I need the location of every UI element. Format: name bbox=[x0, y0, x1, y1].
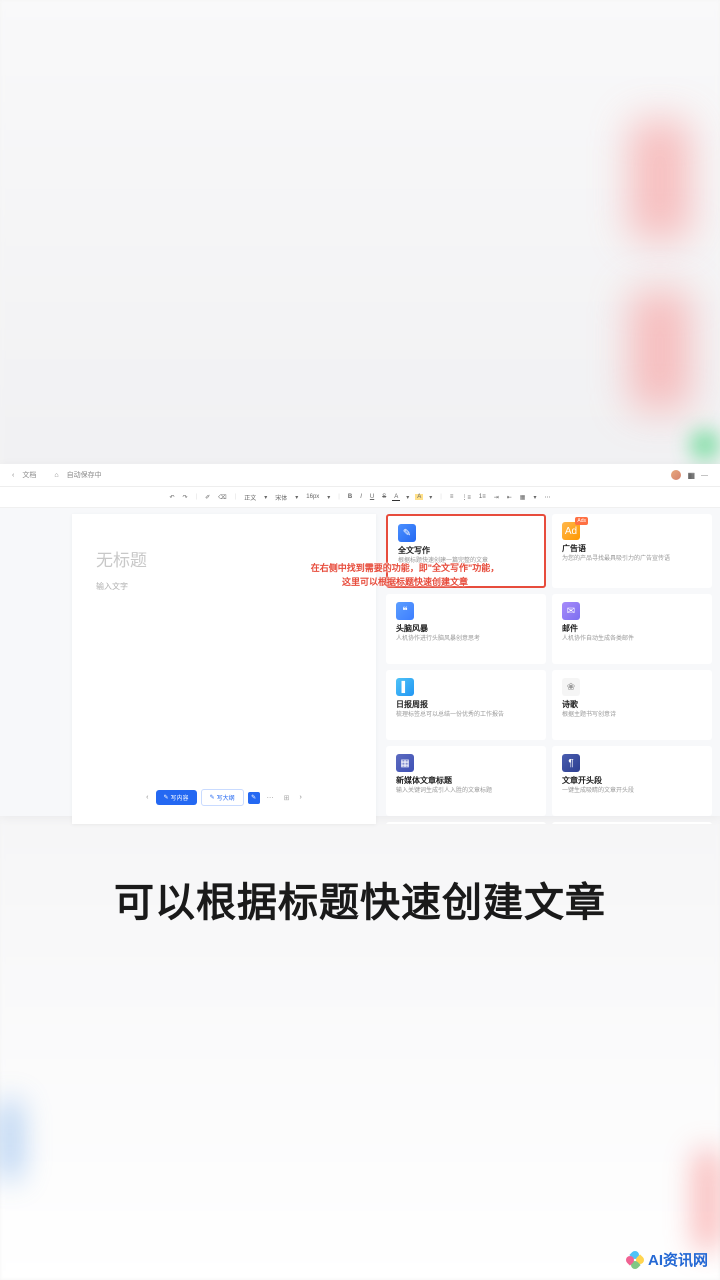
template-card-广告语[interactable]: Ad 广告语为您的产品寻找最具吸引力的广告宣传语 bbox=[552, 514, 712, 588]
template-card-新媒体文章标题[interactable]: ▦ 新媒体文章标题输入关键词生成引人入胜的文章标题 bbox=[386, 746, 546, 816]
card-desc: 根据主题书写创意诗 bbox=[562, 712, 702, 720]
list-ul-button[interactable]: ⋮≡ bbox=[459, 494, 473, 501]
bg-decoration bbox=[0, 1100, 20, 1180]
video-caption: 可以根据标题快速创建文章 bbox=[0, 870, 720, 928]
doc-label[interactable]: 文档 bbox=[22, 470, 36, 480]
card-desc: 梳理标签总可以总结一份优秀的工作报告 bbox=[396, 712, 536, 720]
minimize-icon[interactable]: — bbox=[701, 472, 708, 479]
card-title: 诗歌 bbox=[562, 699, 702, 710]
card-icon: ▌ bbox=[396, 678, 414, 696]
tutorial-annotation: 在右侧中找到需要的功能，即"全文写作"功能， 这里可以根据标题快速创建文章 bbox=[382, 561, 535, 590]
card-icon: ▦ bbox=[396, 754, 414, 772]
back-icon[interactable]: ‹ bbox=[12, 472, 14, 479]
bold-button[interactable]: B bbox=[346, 494, 354, 500]
format-painter-button[interactable]: ✐ bbox=[203, 494, 212, 501]
card-icon: ❀ bbox=[562, 678, 580, 696]
style-select[interactable]: 正文 bbox=[242, 493, 258, 502]
card-icon: ✉ bbox=[562, 602, 580, 620]
undo-button[interactable]: ↶ bbox=[168, 494, 177, 501]
home-icon[interactable]: ⌂ bbox=[54, 472, 58, 479]
more-actions[interactable]: ⋯ bbox=[264, 794, 277, 802]
card-desc: 为您的产品寻找最具吸引力的广告宣传语 bbox=[562, 556, 702, 564]
card-title: 文章开头段 bbox=[562, 775, 702, 786]
write-outline-button[interactable]: ✎ 写大纲 bbox=[201, 789, 244, 806]
strike-button[interactable]: S bbox=[380, 494, 388, 500]
template-card-日报周报[interactable]: ▌ 日报周报梳理标签总可以总结一份优秀的工作报告 bbox=[386, 670, 546, 740]
template-card-partial[interactable]: ▮ bbox=[386, 822, 546, 824]
align-button[interactable]: ≡ bbox=[448, 494, 456, 500]
card-desc: 输入关键词生成引人入胜的文章标题 bbox=[396, 788, 536, 796]
font-select[interactable]: 宋体 bbox=[273, 493, 289, 502]
italic-button[interactable]: I bbox=[358, 494, 364, 500]
ai-button[interactable]: ✎ bbox=[248, 792, 260, 804]
font-color-button[interactable]: A bbox=[392, 494, 400, 500]
app-window: ‹ 文档 ⌂ 自动保存中 ▦ — ↶ ↷ | ✐ ⌫ | 正文 ▾ 宋体 ▾ 1… bbox=[0, 464, 720, 816]
card-desc: 人机协作进行头脑风暴创意思考 bbox=[396, 636, 536, 644]
apps-icon[interactable]: ▦ bbox=[687, 471, 695, 480]
card-title: 新媒体文章标题 bbox=[396, 775, 536, 786]
card-desc: 人机协作自动生成各类邮件 bbox=[562, 636, 702, 644]
format-toolbar: ↶ ↷ | ✐ ⌫ | 正文 ▾ 宋体 ▾ 16px ▾ | B I U S A… bbox=[0, 487, 720, 508]
more-button[interactable]: ⋯ bbox=[542, 494, 552, 501]
card-title: 日报周报 bbox=[396, 699, 536, 710]
template-card-partial[interactable]: ▮ bbox=[552, 822, 712, 824]
indent-button[interactable]: ⇥ bbox=[492, 494, 501, 501]
bg-decoration bbox=[630, 120, 690, 240]
list-ol-button[interactable]: 1≡ bbox=[477, 494, 488, 500]
avatar[interactable] bbox=[671, 470, 681, 480]
card-icon: Ad bbox=[562, 522, 580, 540]
card-title: 头脑风暴 bbox=[396, 623, 536, 634]
template-sidebar: 在右侧中找到需要的功能，即"全文写作"功能， 这里可以根据标题快速创建文章 ✎ 全… bbox=[382, 514, 720, 824]
card-icon: ❝ bbox=[396, 602, 414, 620]
bg-decoration bbox=[690, 430, 720, 460]
expand-button[interactable]: ⊞ bbox=[281, 794, 293, 802]
bg-decoration bbox=[695, 1150, 720, 1250]
redo-button[interactable]: ↷ bbox=[181, 494, 190, 501]
card-desc: 一键生成吸睛的文章开头段 bbox=[562, 788, 702, 796]
prev-button[interactable]: ‹ bbox=[143, 794, 151, 801]
highlight-button[interactable]: A bbox=[415, 494, 423, 500]
write-content-button[interactable]: ✎ 写内容 bbox=[156, 790, 197, 805]
ai-action-bar: ‹ ✎ 写内容 ✎ 写大纲 ✎ ⋯ ⊞ › bbox=[72, 789, 376, 806]
template-card-诗歌[interactable]: ❀ 诗歌根据主题书写创意诗 bbox=[552, 670, 712, 740]
window-topbar: ‹ 文档 ⌂ 自动保存中 ▦ — bbox=[0, 464, 720, 487]
autosave-label: 自动保存中 bbox=[67, 470, 102, 480]
outdent-button[interactable]: ⇤ bbox=[505, 494, 514, 501]
watermark-icon bbox=[626, 1251, 644, 1269]
card-title: 全文写作 bbox=[398, 545, 534, 556]
size-select[interactable]: 16px bbox=[304, 494, 321, 500]
card-icon: ¶ bbox=[562, 754, 580, 772]
next-button[interactable]: › bbox=[296, 794, 304, 801]
underline-button[interactable]: U bbox=[368, 494, 376, 500]
watermark: AI资讯网 bbox=[626, 1249, 708, 1270]
card-icon: ✎ bbox=[398, 524, 416, 542]
bg-decoration bbox=[630, 290, 690, 410]
clear-format-button[interactable]: ⌫ bbox=[216, 494, 228, 501]
watermark-text: AI资讯网 bbox=[648, 1249, 708, 1270]
template-card-头脑风暴[interactable]: ❝ 头脑风暴人机协作进行头脑风暴创意思考 bbox=[386, 594, 546, 664]
template-card-邮件[interactable]: ✉ 邮件人机协作自动生成各类邮件 bbox=[552, 594, 712, 664]
template-card-文章开头段[interactable]: ¶ 文章开头段一键生成吸睛的文章开头段 bbox=[552, 746, 712, 816]
table-button[interactable]: ▦ bbox=[518, 494, 528, 501]
card-title: 邮件 bbox=[562, 623, 702, 634]
card-title: 广告语 bbox=[562, 543, 702, 554]
